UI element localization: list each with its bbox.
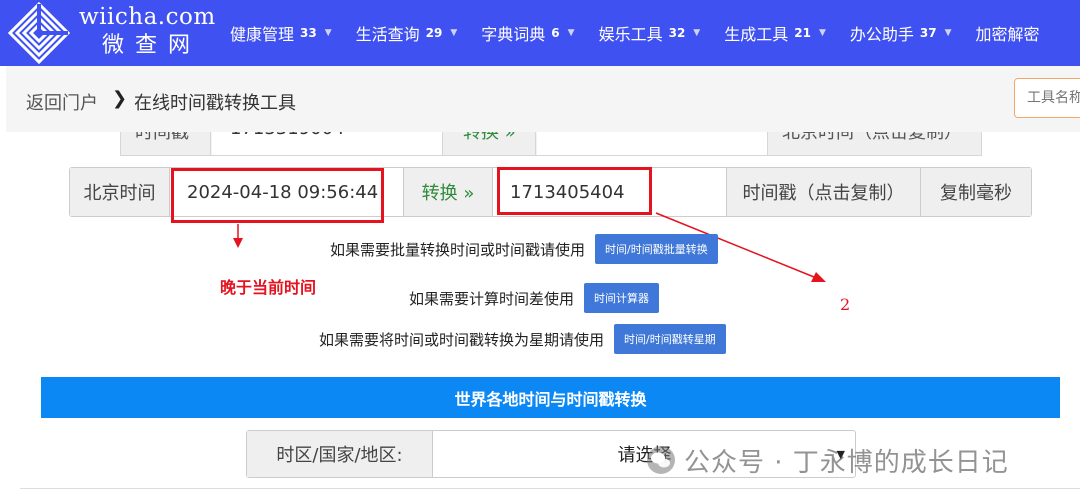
caret-down-icon: ▼: [324, 28, 332, 38]
nav-item-label: 娱乐工具: [598, 25, 663, 44]
nav-item-entertainment[interactable]: 娱乐工具 32 ▼: [599, 21, 701, 45]
timestamp-label-cell: 时间戳: [121, 132, 211, 155]
chevron-right-icon: ❯: [112, 88, 128, 109]
watermark: 公众号 · 丁永博的成长日记: [646, 440, 1009, 480]
timestamp-label: 时间戳: [135, 132, 189, 143]
nav-item-crypto[interactable]: 加密解密: [976, 21, 1040, 45]
logo-text-cn: 微查网: [102, 33, 202, 58]
time-to-timestamp-row: 北京时间 2024-04-18 09:56:44 转换 » 1713405404…: [69, 167, 1032, 217]
nav-menu: 健康管理 33 ▼ 生活查询 29 ▼ 字典词典 6 ▼ 娱乐工具 32 ▼ 生…: [230, 0, 1064, 66]
time-calculator-button[interactable]: 时间计算器: [584, 283, 660, 313]
nav-item-count: 33: [300, 26, 317, 40]
nav-item-label: 生成工具: [724, 25, 789, 44]
timestamp-to-time-row: 时间戳 1713319004 转换 » 北京时间（点击复制）: [120, 132, 982, 156]
nav-item-label: 生活查询: [355, 25, 420, 44]
annotation-number-2: 2: [840, 295, 851, 314]
copy-timestamp-button[interactable]: 时间戳（点击复制）: [726, 168, 920, 216]
beijing-time-label: 北京时间: [70, 168, 170, 216]
wechat-icon: [647, 446, 675, 474]
nav-item-life[interactable]: 生活查询 29 ▼: [356, 21, 458, 45]
divider: [20, 488, 1080, 489]
site-logo[interactable]: wiicha.com 微查网: [8, 2, 215, 64]
breadcrumb-back-link[interactable]: 返回门户: [26, 89, 98, 115]
caret-down-icon: ▼: [450, 28, 458, 38]
copy-milliseconds-button[interactable]: 复制毫秒: [920, 168, 1031, 216]
tool-search-input[interactable]: [1014, 78, 1080, 118]
beijing-time-input[interactable]: 2024-04-18 09:56:44: [171, 168, 403, 216]
world-time-header: 世界各地时间与时间戳转换: [41, 377, 1060, 418]
caret-down-icon: ▼: [567, 28, 575, 38]
timestamp-input-value: 1713319004: [230, 132, 345, 139]
caret-down-icon: ▼: [693, 28, 701, 38]
hint-to-weekday: 如果需要将时间或时间戳转换为星期请使用 时间/时间戳转星期: [319, 323, 726, 355]
nav-item-dictionary[interactable]: 字典词典 6 ▼: [481, 21, 574, 45]
logo-diamond-icon: [8, 2, 70, 64]
top-navbar: wiicha.com 微查网 健康管理 33 ▼ 生活查询 29 ▼ 字典词典 …: [0, 0, 1080, 66]
nav-item-health[interactable]: 健康管理 33 ▼: [230, 21, 332, 45]
watermark-text: 公众号 · 丁永博的成长日记: [684, 447, 1009, 478]
caret-down-icon: ▼: [818, 28, 826, 38]
timestamp-convert-button[interactable]: 转换 »: [442, 132, 536, 155]
nav-item-count: 6: [551, 26, 560, 40]
annotation-later-than-now: 晚于当前时间: [220, 278, 317, 297]
nav-item-count: 29: [425, 26, 443, 40]
caret-down-icon: ▼: [944, 28, 952, 38]
breadcrumb: 返回门户 ❯ 在线时间戳转换工具: [6, 66, 1080, 132]
timestamp-result-input[interactable]: 1713405404: [494, 168, 726, 216]
convert-button-label: 转换 »: [463, 132, 516, 143]
nav-item-count: 37: [919, 26, 937, 40]
batch-convert-button[interactable]: 时间/时间戳批量转换: [595, 234, 718, 264]
hint-text: 如果需要计算时间差使用: [409, 289, 575, 308]
logo-text-en: wiicha.com: [79, 4, 216, 30]
nav-item-count: 21: [794, 26, 811, 40]
nav-item-label: 加密解密: [975, 25, 1040, 44]
nav-item-label: 字典词典: [481, 25, 546, 44]
to-weekday-button[interactable]: 时间/时间戳转星期: [614, 324, 726, 354]
copy-time-button[interactable]: 北京时间（点击复制）: [767, 132, 981, 155]
hint-text: 如果需要批量转换时间或时间戳请使用: [330, 240, 586, 259]
nav-item-label: 办公助手: [849, 25, 914, 44]
timestamp-input-cell[interactable]: 1713319004: [212, 132, 442, 155]
convert-button-label: 转换 »: [421, 183, 475, 204]
time-result-cell[interactable]: [537, 132, 767, 155]
hint-time-calculator: 如果需要计算时间差使用 时间计算器: [409, 282, 660, 314]
nav-item-label: 健康管理: [230, 25, 295, 44]
timezone-label: 时区/国家/地区:: [247, 431, 433, 477]
nav-item-office[interactable]: 办公助手 37 ▼: [850, 21, 952, 45]
hint-batch-convert: 如果需要批量转换时间或时间戳请使用 时间/时间戳批量转换: [330, 233, 718, 265]
hint-text: 如果需要将时间或时间戳转换为星期请使用: [319, 330, 605, 349]
page-title: 在线时间戳转换工具: [134, 93, 296, 114]
nav-item-generator[interactable]: 生成工具 21 ▼: [724, 21, 826, 45]
convert-to-timestamp-button[interactable]: 转换 »: [403, 168, 493, 216]
copy-time-label: 北京时间（点击复制）: [782, 132, 962, 143]
nav-item-count: 32: [668, 26, 686, 40]
arrow-down-icon: [233, 224, 243, 248]
